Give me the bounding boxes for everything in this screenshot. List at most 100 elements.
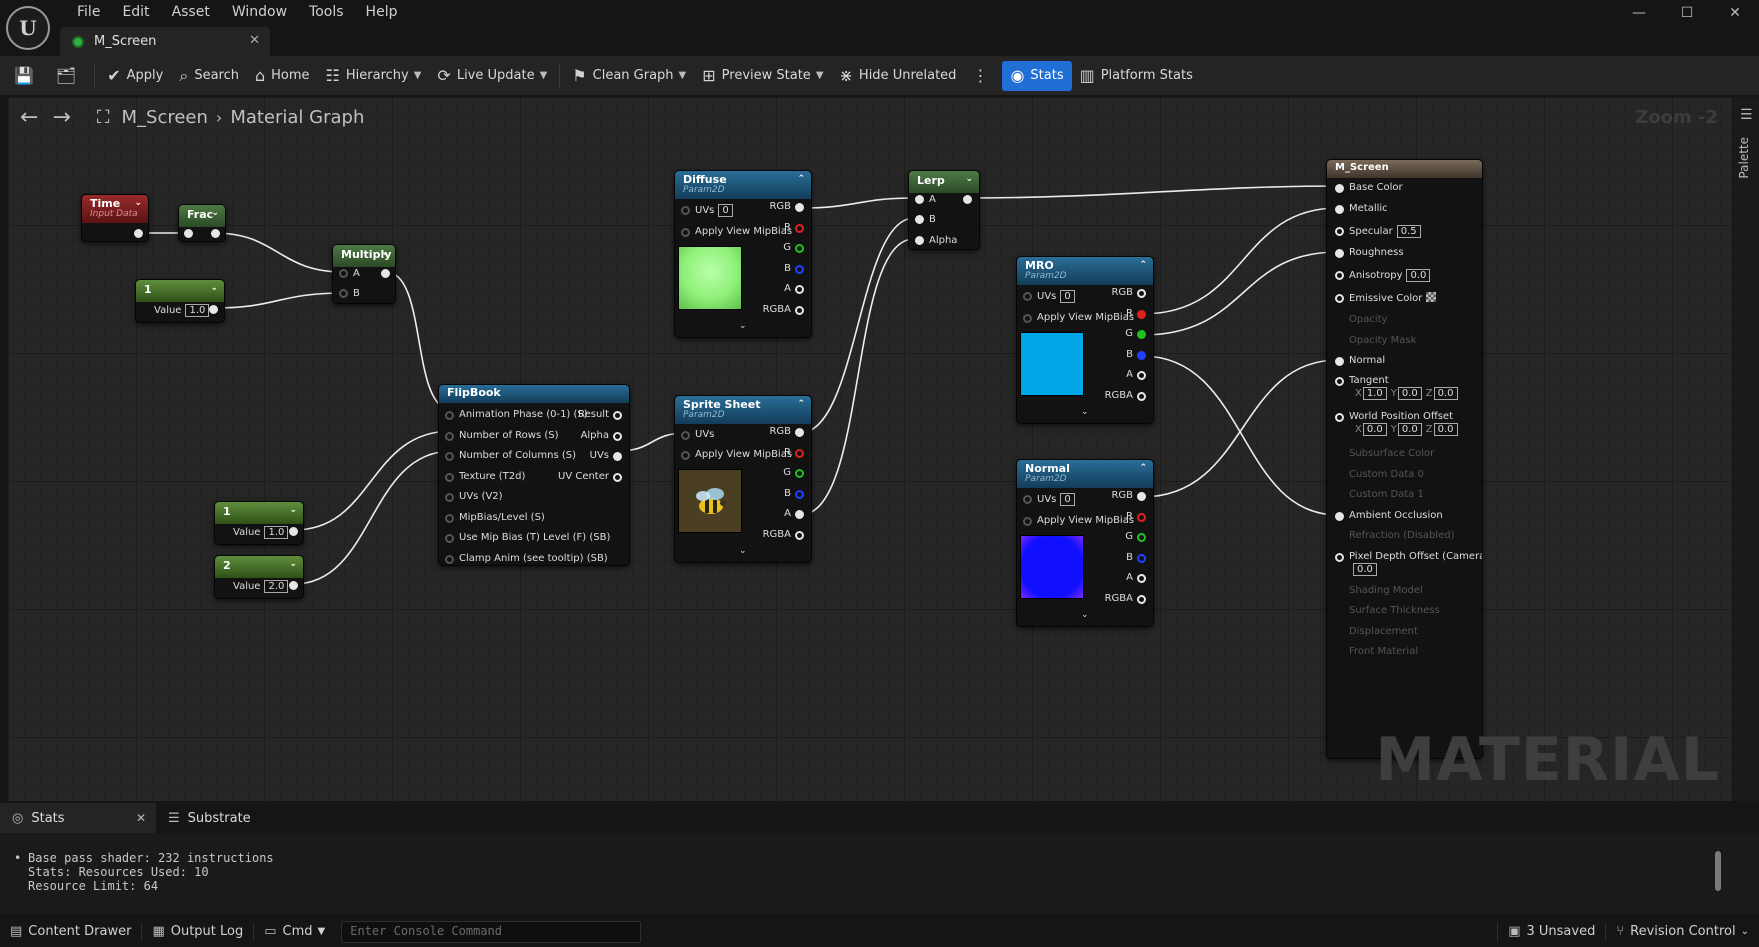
- input-pin-a[interactable]: [915, 195, 924, 204]
- console-input[interactable]: Enter Console Command: [341, 920, 642, 943]
- input-pin-specular[interactable]: [1335, 227, 1344, 236]
- vector-value-field[interactable]: 1.0: [1362, 387, 1387, 400]
- input-pin[interactable]: [445, 554, 454, 564]
- input-pin-b[interactable]: [915, 215, 924, 224]
- value-field[interactable]: 0.5: [1396, 225, 1421, 238]
- output-log-button[interactable]: ▦ Output Log: [142, 916, 253, 947]
- chevron-up-icon[interactable]: ⌃: [797, 399, 805, 409]
- platform-stats-button[interactable]: ▥ Platform Stats: [1072, 61, 1201, 91]
- expand-icon[interactable]: ⌄: [1081, 407, 1089, 417]
- input-pin-emissive[interactable]: [1335, 294, 1344, 303]
- input-pin-uvs[interactable]: [1023, 495, 1032, 504]
- input-pin-alpha[interactable]: [915, 236, 924, 245]
- tab-substrate[interactable]: ☰ Substrate: [156, 803, 263, 833]
- menu-tools[interactable]: Tools: [298, 3, 355, 21]
- chevron-down-icon[interactable]: ⌄: [381, 248, 389, 258]
- clean-graph-button[interactable]: ⚑ Clean Graph ▼: [564, 61, 694, 91]
- vector-value-field[interactable]: 0.0: [1397, 423, 1422, 436]
- unreal-logo-icon[interactable]: U: [6, 6, 50, 50]
- output-pin-g[interactable]: [795, 244, 804, 253]
- menu-window[interactable]: Window: [221, 3, 298, 21]
- node-constant-rows[interactable]: 1 ⌄ Value 1.0: [214, 501, 304, 545]
- output-pin-g[interactable]: [1137, 533, 1146, 542]
- output-pin-rgba[interactable]: [795, 531, 804, 540]
- close-window-button[interactable]: ✕: [1711, 0, 1759, 26]
- expand-icon[interactable]: ⌄: [739, 321, 747, 331]
- cmd-dropdown[interactable]: ▭ Cmd ▼: [254, 916, 335, 947]
- menu-file[interactable]: File: [66, 3, 111, 21]
- input-pin-mipbias[interactable]: [1023, 517, 1032, 526]
- search-button[interactable]: ⌕ Search: [171, 61, 247, 91]
- preview-state-button[interactable]: ⊞ Preview State ▼: [694, 61, 831, 91]
- revision-control-button[interactable]: ⑂ Revision Control ⌄: [1606, 916, 1759, 947]
- more-options-button[interactable]: ⋮: [964, 61, 1002, 91]
- node-diffuse-texture[interactable]: Diffuse Param2D ⌃ UVs 0 Apply View MipBia…: [674, 170, 812, 338]
- input-pin-tangent[interactable]: [1335, 377, 1344, 386]
- input-pin-roughness[interactable]: [1335, 249, 1344, 258]
- document-tab[interactable]: M_Screen ✕: [60, 27, 270, 56]
- output-pin-r[interactable]: [795, 449, 804, 458]
- chevron-down-icon[interactable]: ⌄: [210, 283, 218, 293]
- input-pin[interactable]: [445, 493, 454, 502]
- output-pin[interactable]: [381, 269, 390, 278]
- chevron-down-icon[interactable]: ⌄: [211, 208, 219, 218]
- node-flipbook[interactable]: FlipBook Animation Phase (0-1) (S) Number…: [438, 384, 630, 566]
- output-pin-rgba[interactable]: [1137, 595, 1146, 604]
- vector-value-field[interactable]: 0.0: [1433, 423, 1458, 436]
- input-pin[interactable]: [445, 431, 454, 441]
- vector-value-field[interactable]: 0.0: [1433, 387, 1458, 400]
- menu-asset[interactable]: Asset: [161, 3, 221, 21]
- close-tab-icon[interactable]: ✕: [136, 811, 146, 825]
- output-pin-a[interactable]: [795, 285, 804, 294]
- input-pin-anisotropy[interactable]: [1335, 271, 1344, 280]
- output-pin-g[interactable]: [795, 469, 804, 478]
- input-pin-metallic[interactable]: [1335, 205, 1344, 214]
- node-constant-1[interactable]: 1 ⌄ Value 1.0: [135, 279, 225, 323]
- output-pin-b[interactable]: [795, 265, 804, 274]
- input-pin[interactable]: [445, 452, 454, 461]
- output-pin-rgb[interactable]: [795, 428, 804, 437]
- value-field[interactable]: 0.0: [1406, 269, 1431, 282]
- menu-help[interactable]: Help: [355, 3, 409, 21]
- stats-scrollbar[interactable]: [1715, 851, 1721, 891]
- output-pin-a[interactable]: [1137, 371, 1146, 380]
- output-pin-r[interactable]: [795, 224, 804, 233]
- hamburger-menu-icon[interactable]: ☰: [1740, 107, 1753, 123]
- output-pin-rgba[interactable]: [795, 306, 804, 315]
- input-pin[interactable]: [445, 513, 454, 523]
- output-pin-a[interactable]: [795, 510, 804, 519]
- expand-icon[interactable]: ⌄: [1081, 610, 1089, 620]
- output-pin[interactable]: [134, 229, 143, 238]
- input-pin-pdo[interactable]: [1335, 553, 1344, 562]
- chevron-up-icon[interactable]: ⌃: [797, 174, 805, 184]
- input-pin-mipbias[interactable]: [681, 228, 690, 237]
- maximize-button[interactable]: ☐: [1663, 0, 1711, 26]
- output-pin-rgba[interactable]: [1137, 392, 1146, 401]
- home-button[interactable]: ⌂ Home: [247, 61, 318, 91]
- node-multiply[interactable]: Multiply ⌄ A B: [332, 244, 396, 304]
- output-pin-b[interactable]: [1137, 351, 1146, 360]
- input-pin[interactable]: [445, 472, 454, 482]
- material-graph-canvas[interactable]: ← → ⛶ M_Screen › Material Graph Zoom -2: [8, 97, 1732, 801]
- value-field[interactable]: 1.0: [264, 526, 289, 539]
- output-pin[interactable]: [289, 581, 298, 590]
- node-constant-columns[interactable]: 2 ⌄ Value 2.0: [214, 555, 304, 599]
- browse-button[interactable]: 🗂: [48, 61, 90, 91]
- chevron-up-icon[interactable]: ⌃: [1139, 463, 1147, 473]
- content-drawer-button[interactable]: ▤ Content Drawer: [0, 916, 141, 947]
- color-swatch[interactable]: [1426, 292, 1437, 302]
- output-pin[interactable]: [613, 411, 622, 420]
- stats-button[interactable]: ◉ Stats: [1002, 60, 1072, 91]
- input-pin-a[interactable]: [339, 269, 348, 278]
- input-pin[interactable]: [445, 411, 454, 420]
- palette-panel[interactable]: ☰ Palette: [1733, 97, 1759, 801]
- output-pin[interactable]: [613, 431, 622, 441]
- uvs-field[interactable]: 0: [718, 204, 733, 217]
- input-pin-normal[interactable]: [1335, 357, 1344, 366]
- output-pin[interactable]: [613, 472, 622, 482]
- chevron-down-icon[interactable]: ⌄: [289, 505, 297, 515]
- vector-value-field[interactable]: 0.0: [1397, 387, 1422, 400]
- output-pin-rgb[interactable]: [1137, 289, 1146, 298]
- output-pin-rgb[interactable]: [795, 203, 804, 212]
- output-pin[interactable]: [211, 229, 220, 238]
